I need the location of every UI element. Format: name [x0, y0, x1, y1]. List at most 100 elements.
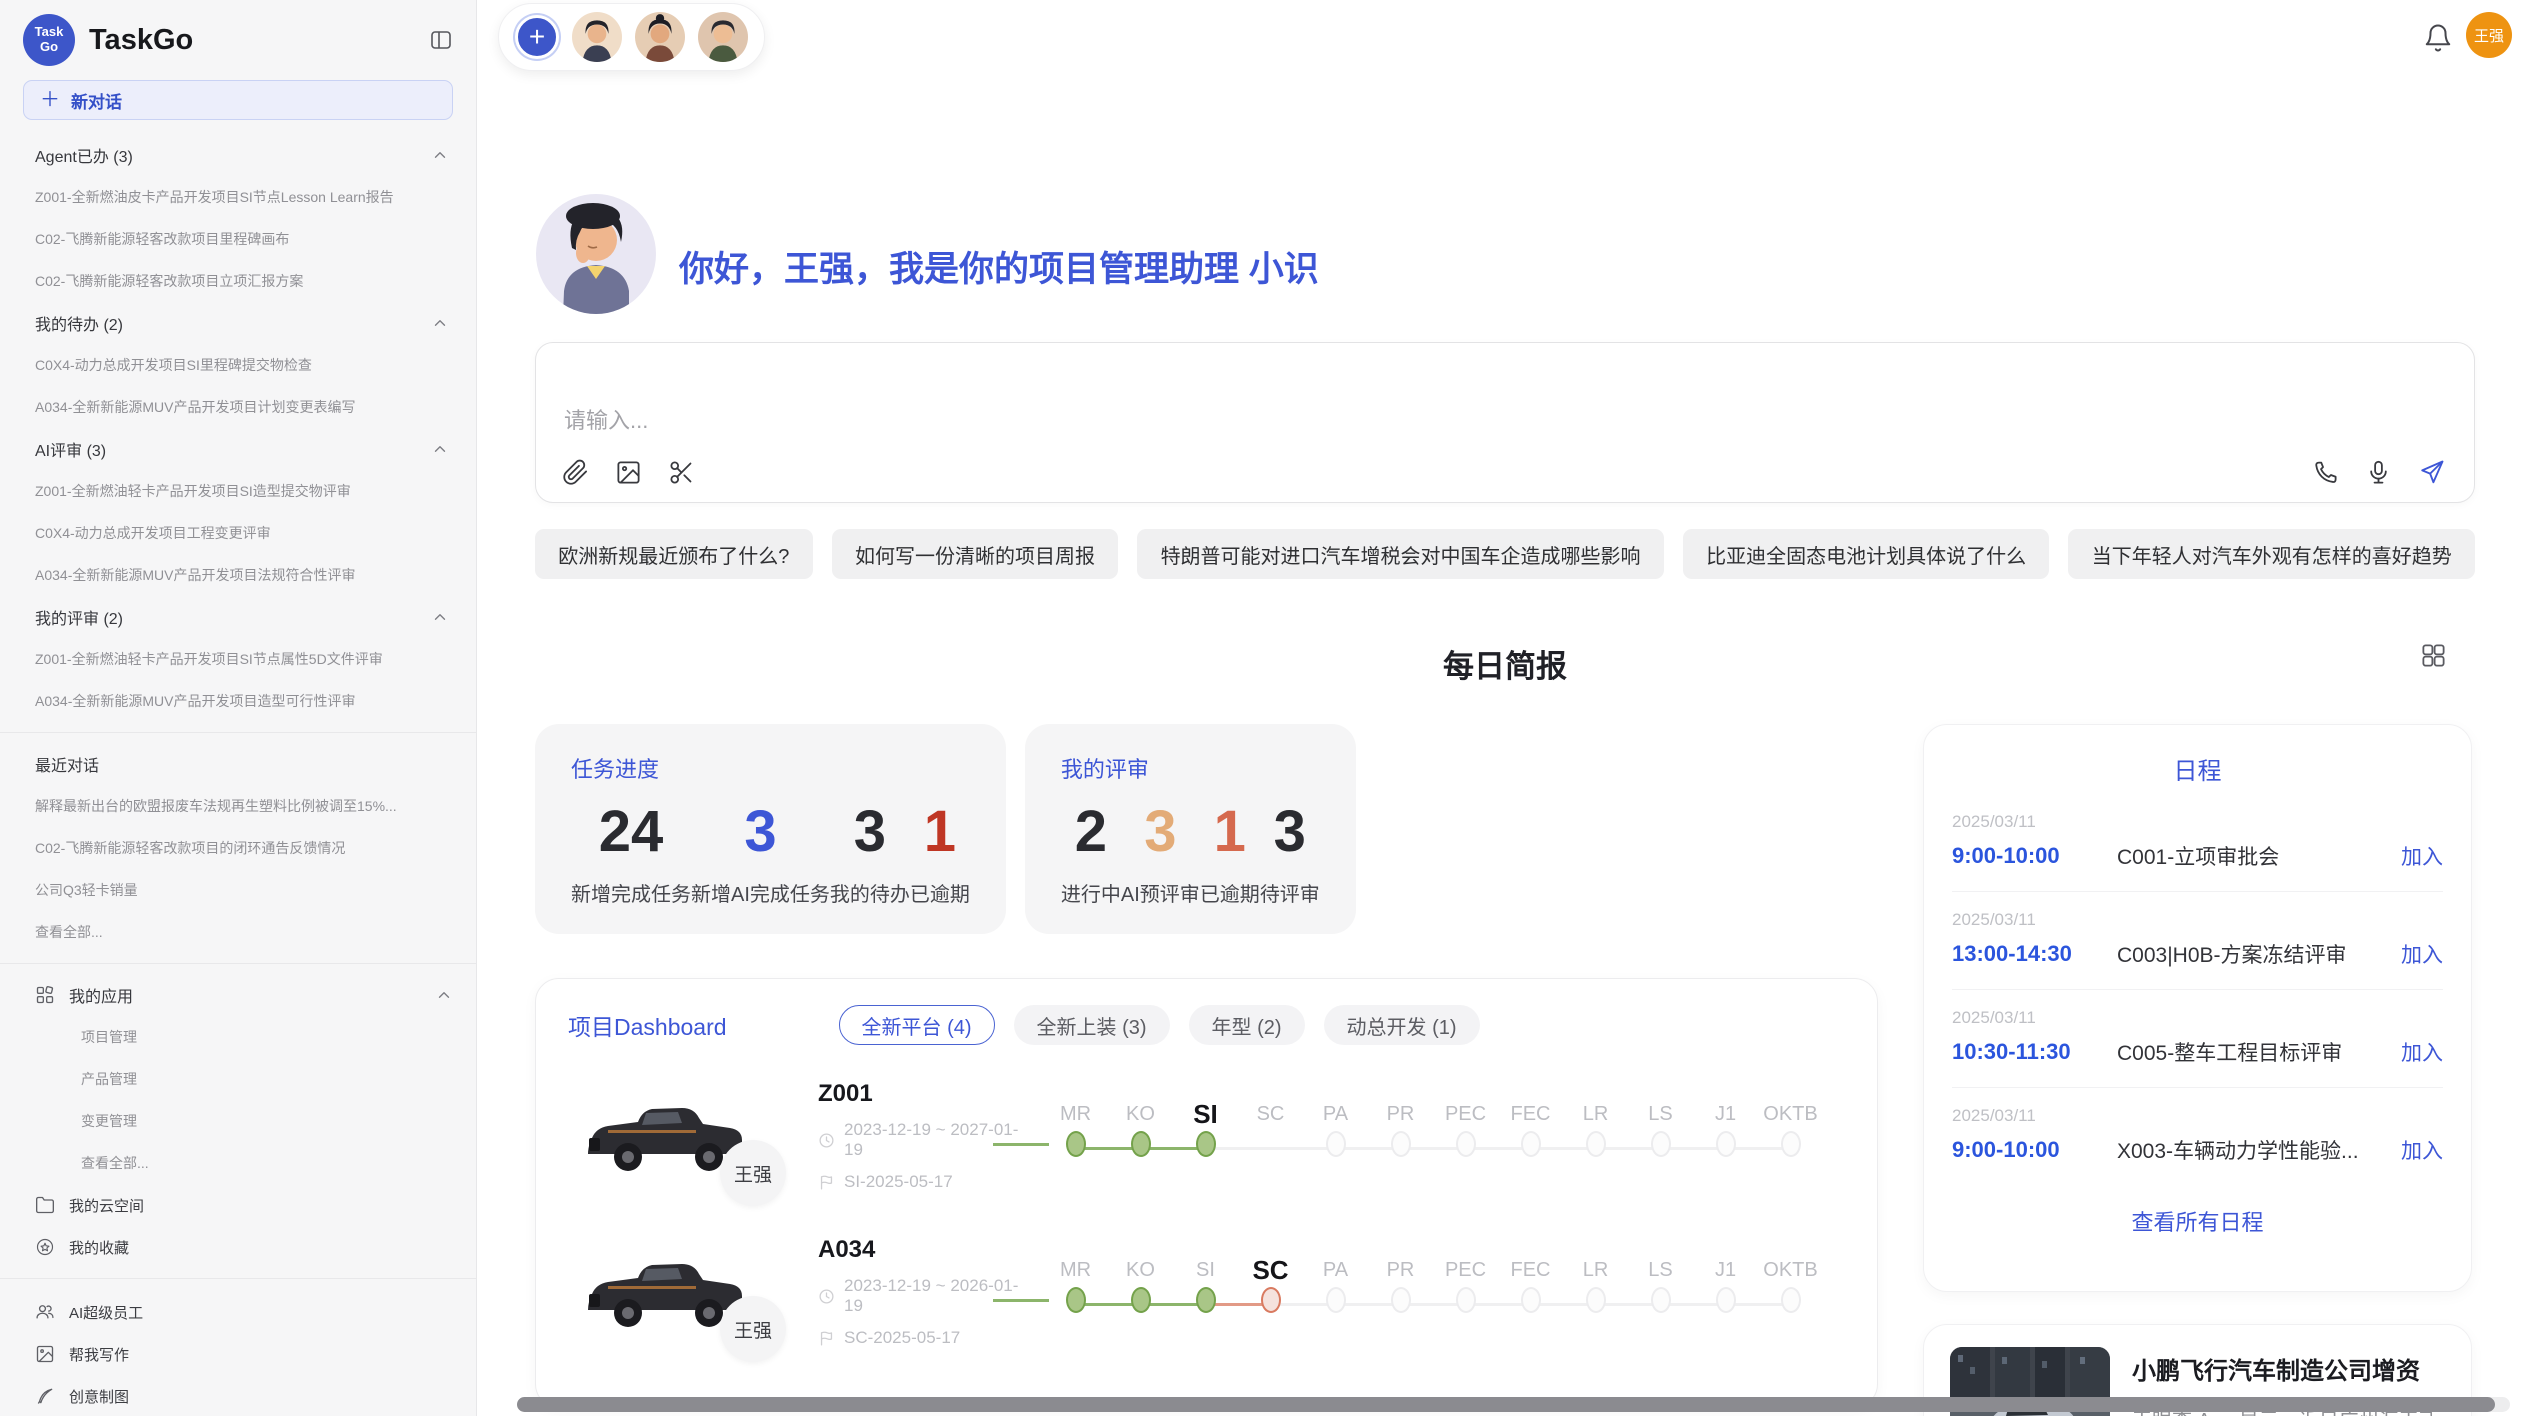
horizontal-scrollbar[interactable] [517, 1397, 2495, 1412]
project-row[interactable]: 王强 A034 2023-12-19 ~ 2026-01-19 SC-2025-… [568, 1227, 1845, 1357]
schedule-event: 2025/03/11 13:00-14:30 C003|H0B-方案冻结评审 加… [1952, 892, 2443, 990]
project-image: 王强 [576, 1242, 756, 1342]
milestone: PEC [1433, 1257, 1498, 1327]
sidebar-section-header[interactable]: Agent已办 (3) [23, 134, 453, 176]
phone-icon[interactable] [2312, 459, 2339, 486]
avatar[interactable] [698, 12, 748, 62]
flag-icon [818, 1174, 835, 1191]
milestone-label: MR [1043, 1257, 1108, 1283]
suggestion-chip[interactable]: 特朗普可能对进口汽车增税会对中国车企造成哪些影响 [1137, 529, 1664, 579]
sidebar-item[interactable]: A034-全新新能源MUV产品开发项目造型可行性评审 [23, 680, 453, 722]
sidebar-section-header[interactable]: 我的待办 (2) [23, 302, 453, 344]
stat-value: 2 [1061, 800, 1121, 864]
chat-input[interactable] [564, 401, 2164, 441]
suggestion-chip[interactable]: 比亚迪全固态电池计划具体说了什么 [1683, 529, 2050, 579]
divider [0, 732, 476, 733]
divider [0, 1278, 476, 1279]
stat-label: 新增完成任务 [571, 878, 691, 907]
paperclip-icon[interactable] [562, 459, 589, 486]
sidebar-item[interactable]: Z001-全新燃油皮卡产品开发项目SI节点Lesson Learn报告 [23, 176, 453, 218]
stat: 3 AI预评审 [1121, 800, 1200, 907]
sidebar-item-favorites[interactable]: 我的收藏 [23, 1226, 453, 1268]
milestone: PA [1303, 1101, 1368, 1171]
my-apps-header[interactable]: 我的应用 [23, 974, 453, 1016]
add-session-button[interactable]: + [515, 15, 559, 59]
chevron-up-icon [431, 440, 449, 458]
milestone: PR [1368, 1101, 1433, 1171]
app-title: TaskGo [89, 24, 415, 57]
dashboard-tab[interactable]: 全新上装 (3) [1014, 1005, 1170, 1045]
clock-icon [818, 1288, 835, 1305]
milestone-lead-line [993, 1143, 1049, 1146]
milestone-dot [1196, 1131, 1216, 1157]
project-dates: 2023-12-19 ~ 2026-01-19 [818, 1276, 1033, 1316]
stat-label: 新增AI完成任务 [691, 878, 830, 907]
section-title: AI评审 (3) [35, 437, 106, 461]
milestone-label: KO [1108, 1257, 1173, 1283]
sidebar-item-ai-staff[interactable]: AI超级员工 [23, 1291, 453, 1333]
recent-chat-item[interactable]: 公司Q3轻卡销量 [23, 869, 453, 911]
owner-badge: 王强 [720, 1296, 786, 1362]
app-item[interactable]: 查看全部... [23, 1142, 453, 1184]
event-join-link[interactable]: 加入 [2401, 1135, 2443, 1165]
recent-chat-item[interactable]: 查看全部... [23, 911, 453, 953]
app-item[interactable]: 产品管理 [23, 1058, 453, 1100]
send-icon[interactable] [2418, 458, 2446, 486]
suggestion-chip[interactable]: 如何写一份清晰的项目周报 [832, 529, 1119, 579]
collapse-sidebar-icon[interactable] [429, 28, 453, 52]
sidebar-section-header[interactable]: 我的评审 (2) [23, 596, 453, 638]
sidebar-item[interactable]: C0X4-动力总成开发项目SI里程碑提交物检查 [23, 344, 453, 386]
image-icon[interactable] [615, 459, 642, 486]
sidebar-item[interactable]: Z001-全新燃油轻卡产品开发项目SI造型提交物评审 [23, 470, 453, 512]
dashboard-title: 项目Dashboard [568, 1008, 727, 1042]
dashboard-tab[interactable]: 年型 (2) [1189, 1005, 1305, 1045]
recent-chat-item[interactable]: 解释最新出台的欧盟报废车法规再生塑料比例被调至15%... [23, 785, 453, 827]
composer [535, 342, 2475, 503]
user-avatar[interactable]: 王强 [2466, 12, 2512, 58]
milestone-label: LR [1563, 1101, 1628, 1127]
project-row[interactable]: 王强 Z001 2023-12-19 ~ 2027-01-19 SI-2025-… [568, 1071, 1845, 1201]
suggestion-chip[interactable]: 欧洲新规最近颁布了什么? [535, 529, 813, 579]
folder-icon [35, 1195, 55, 1215]
assistant-avatar [536, 194, 656, 314]
dashboard-tab[interactable]: 动总开发 (1) [1324, 1005, 1480, 1045]
sidebar-section-header[interactable]: AI评审 (3) [23, 428, 453, 470]
sidebar-item[interactable]: C02-飞腾新能源轻客改款项目里程碑画布 [23, 218, 453, 260]
microphone-icon[interactable] [2365, 459, 2392, 486]
recent-chat-item[interactable]: C02-飞腾新能源轻客改款项目的闭环通告反馈情况 [23, 827, 453, 869]
app-item[interactable]: 变更管理 [23, 1100, 453, 1142]
sidebar-item-write[interactable]: 帮我写作 [23, 1333, 453, 1375]
dashboard-tab[interactable]: 全新平台 (4) [839, 1005, 995, 1045]
app-item[interactable]: 项目管理 [23, 1016, 453, 1058]
milestone: SI [1173, 1257, 1238, 1327]
project-list: 王强 Z001 2023-12-19 ~ 2027-01-19 SI-2025-… [568, 1071, 1845, 1357]
milestone: KO [1108, 1101, 1173, 1171]
sidebar-item[interactable]: Z001-全新燃油轻卡产品开发项目SI节点属性5D文件评审 [23, 638, 453, 680]
new-chat-button[interactable]: ＋ 新对话 [23, 80, 453, 120]
star-circle-icon [35, 1237, 55, 1257]
suggestion-chip[interactable]: 当下年轻人对汽车外观有怎样的喜好趋势 [2068, 529, 2475, 579]
avatar[interactable] [572, 12, 622, 62]
stat-label: 待评审 [1260, 878, 1320, 907]
section-title: 我的评审 (2) [35, 605, 123, 629]
view-all-schedule-link[interactable]: 查看所有日程 [1952, 1205, 2443, 1237]
layout-grid-icon[interactable] [2420, 642, 2447, 674]
avatar[interactable] [635, 12, 685, 62]
sidebar: Task Go TaskGo ＋ 新对话 Agent已办 (3) [0, 0, 477, 1416]
sidebar-item[interactable]: A034-全新新能源MUV产品开发项目计划变更表编写 [23, 386, 453, 428]
milestone-label: PEC [1433, 1101, 1498, 1127]
event-join-link[interactable]: 加入 [2401, 939, 2443, 969]
project-dashboard: 项目Dashboard 全新平台 (4) 全新上装 (3) 年型 (2) 动总开… [535, 978, 1878, 1408]
event-join-link[interactable]: 加入 [2401, 841, 2443, 871]
notification-bell-icon[interactable] [2423, 23, 2453, 58]
chevron-up-icon [431, 146, 449, 164]
cloud-label: 我的云空间 [69, 1195, 144, 1216]
event-join-link[interactable]: 加入 [2401, 1037, 2443, 1067]
scissors-icon[interactable] [668, 459, 695, 486]
sidebar-item[interactable]: C02-飞腾新能源轻客改款项目立项汇报方案 [23, 260, 453, 302]
sidebar-item[interactable]: C0X4-动力总成开发项目工程变更评审 [23, 512, 453, 554]
milestone-dot [1781, 1287, 1801, 1313]
sidebar-item-draw[interactable]: 创意制图 [23, 1375, 453, 1416]
sidebar-item[interactable]: A034-全新新能源MUV产品开发项目法规符合性评审 [23, 554, 453, 596]
sidebar-item-cloud[interactable]: 我的云空间 [23, 1184, 453, 1226]
